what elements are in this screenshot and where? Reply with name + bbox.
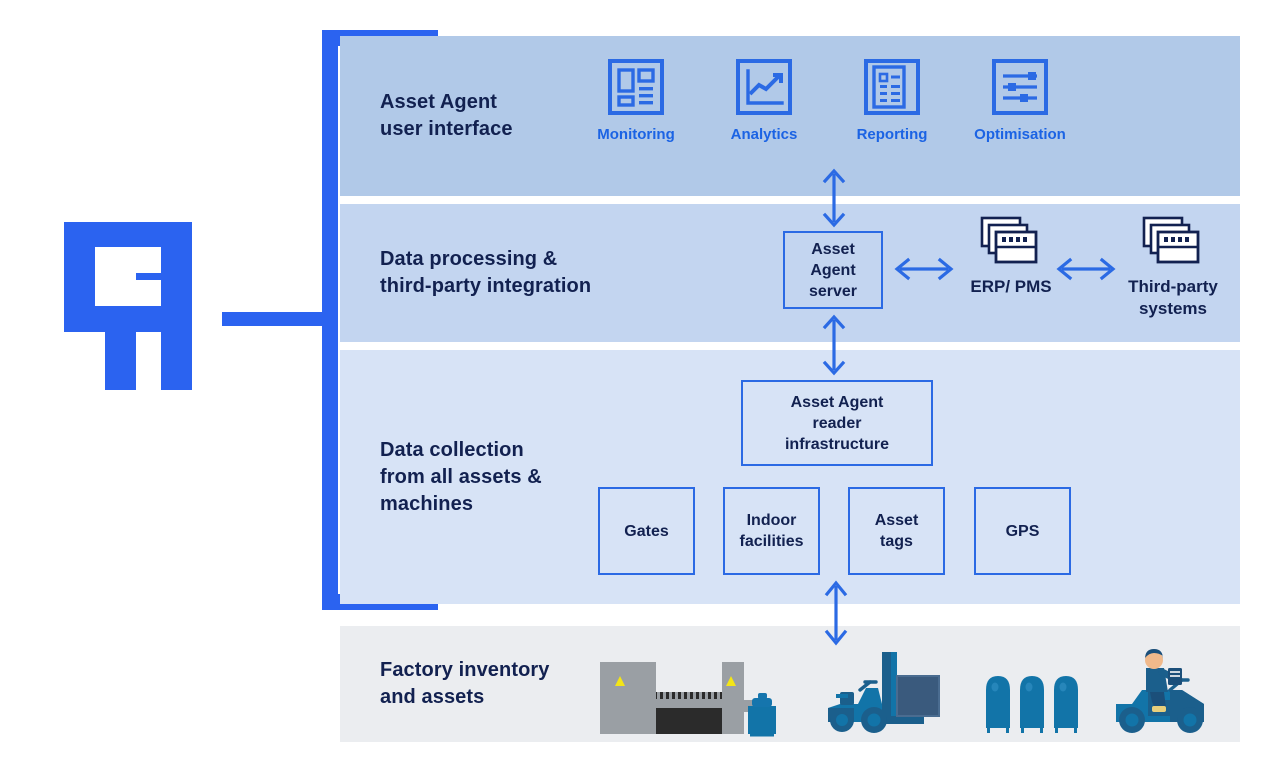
analytics-chart-icon: [736, 59, 792, 115]
gas-cylinders-illustration: [986, 676, 1078, 733]
band-processing-label: Data processing & third-party integratio…: [380, 248, 592, 297]
integration-third-party-systems-label: Third-party systems: [1128, 277, 1218, 318]
band-asset-agent-user-interface: Asset Agent user interface Monitoring An…: [340, 36, 1240, 196]
band-factory-label: Factory inventory and assets: [380, 659, 550, 708]
ui-feature-analytics[interactable]: Analytics: [723, 58, 805, 143]
ui-icon-row: Monitoring Analytics Reporting Optimisat…: [595, 58, 1066, 143]
arrow-ui-to-processing: [822, 168, 846, 228]
reporting-document-icon: [864, 59, 920, 115]
source-box-asset-tags[interactable]: Asset tags: [848, 487, 945, 575]
integration-third-party-systems[interactable]: Third-party systems: [1108, 216, 1238, 320]
stacked-windows-icon: [980, 216, 1038, 264]
ui-feature-monitoring[interactable]: Monitoring: [595, 58, 677, 143]
stacked-windows-icon: [1142, 216, 1200, 264]
arrow-reader-to-factory: [824, 580, 848, 646]
forklift-illustration: [828, 652, 940, 733]
fa-monogram-logo-svg: [64, 222, 192, 390]
band-ui-label: Asset Agent user interface: [380, 91, 513, 140]
band-factory-inventory: Factory inventory and assets: [340, 626, 1240, 742]
source-box-indoor-facilities[interactable]: Indoor facilities: [723, 487, 820, 575]
monitoring-dashboard-icon: [608, 59, 664, 115]
ui-feature-reporting[interactable]: Reporting: [851, 58, 933, 143]
ui-feature-optimisation-label: Optimisation: [974, 126, 1066, 143]
worker-on-utility-vehicle-illustration: [1116, 649, 1204, 733]
ui-feature-reporting-label: Reporting: [856, 126, 928, 143]
fa-monogram-logo: [64, 222, 192, 390]
arrow-erp-to-third-party: [1056, 257, 1116, 281]
asset-agent-reader-infrastructure-box[interactable]: Asset Agent reader infrastructure: [741, 380, 933, 466]
ui-feature-optimisation[interactable]: Optimisation: [974, 58, 1066, 143]
arrow-server-to-erp: [894, 257, 954, 281]
ui-feature-analytics-label: Analytics: [730, 126, 798, 143]
source-box-gates[interactable]: Gates: [598, 487, 695, 575]
integration-erp-pms-label: ERP/ PMS: [970, 277, 1052, 296]
conveyor-machine-illustration: [600, 662, 776, 737]
asset-agent-server-box[interactable]: Asset Agent server: [783, 231, 883, 309]
optimisation-sliders-icon: [992, 59, 1048, 115]
source-box-gps[interactable]: GPS: [974, 487, 1071, 575]
arrow-processing-to-reader: [822, 314, 846, 376]
diagram-canvas: Asset Agent user interface Monitoring An…: [0, 0, 1270, 782]
band-collection-label: Data collection from all assets & machin…: [380, 438, 542, 515]
ui-feature-monitoring-label: Monitoring: [597, 126, 675, 143]
